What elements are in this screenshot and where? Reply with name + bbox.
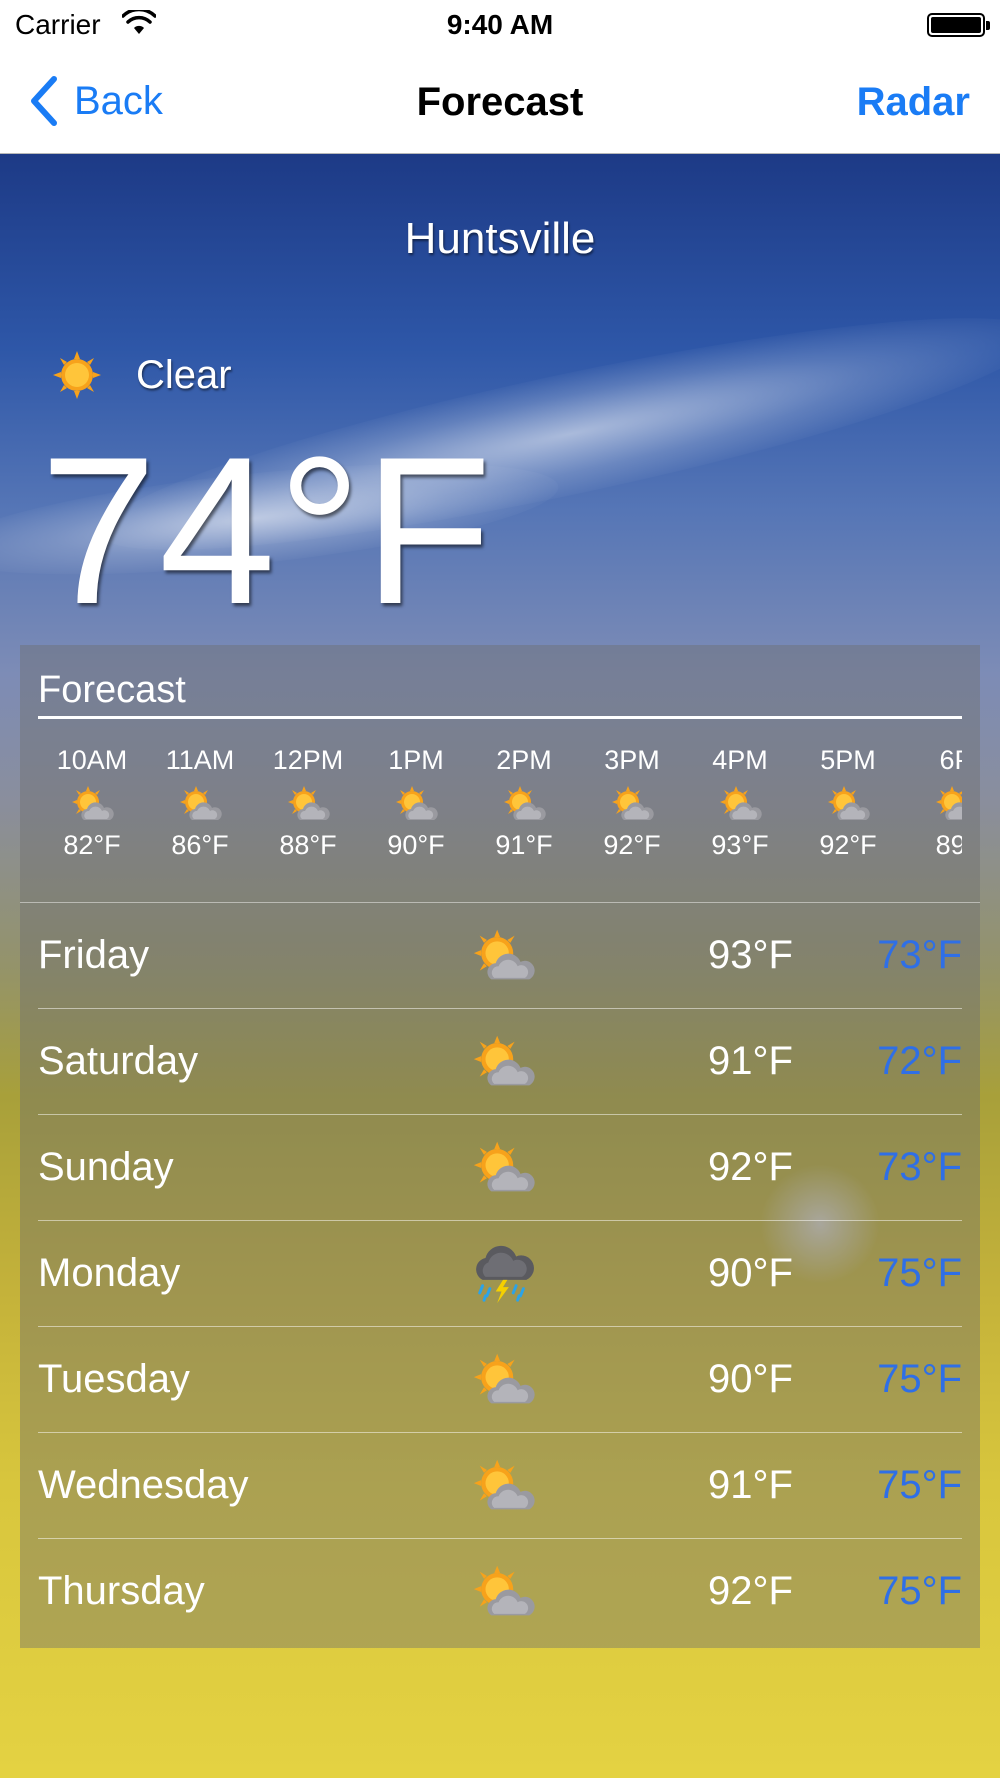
low-temp: 72°F [877,1039,962,1083]
daily-row[interactable]: Thursday 92°F 75°F [38,1539,962,1645]
daily-row[interactable]: Wednesday 91°F 75°F [38,1433,962,1539]
daily-row[interactable]: Tuesday 90°F 75°F [38,1327,962,1433]
hourly-item: 3PM 92°F [578,745,686,861]
low-temp: 75°F [877,1357,962,1401]
sun-icon [53,351,101,399]
daily-row[interactable]: Monday 90°F 75°F [38,1221,962,1327]
hour-time: 11AM [165,745,235,775]
hour-temp: 88°F [279,830,337,860]
hourly-item: 12PM 88°F [254,745,362,861]
hour-temp: 92°F [819,830,877,860]
hour-time: 1PM [388,745,444,775]
hourly-item: 5PM 92°F [794,745,902,861]
hour-temp: 86°F [171,830,229,860]
partly-cloudy-icon [288,786,330,820]
navigation-bar: Back Forecast Radar [0,50,1000,154]
low-temp: 73°F [877,1145,962,1189]
day-name: Saturday [38,1039,199,1083]
partly-cloudy-icon [396,786,438,820]
hourly-item: 11AM 86°F [146,745,254,861]
battery-icon [927,13,990,37]
forecast-panel: Forecast 10AM 82°F 11AM 86°F 12PM 88°F 1… [20,645,980,1648]
daily-row[interactable]: Friday 93°F 73°F [38,903,962,1009]
hourly-item: 10AM 82°F [38,745,146,861]
hour-temp: 90°F [387,830,445,860]
partly-cloudy-icon [720,786,762,820]
partly-cloudy-icon [504,786,546,820]
partly-cloudy-icon [473,1141,535,1192]
partly-cloudy-icon [936,786,962,820]
thunderstorm-icon [476,1245,534,1304]
day-name: Friday [38,933,150,977]
current-condition: Clear [52,350,232,400]
high-temp: 90°F [708,1251,793,1295]
partly-cloudy-icon [828,786,870,820]
partly-cloudy-icon [180,786,222,820]
daily-row[interactable]: Sunday 92°F 73°F [38,1115,962,1221]
partly-cloudy-icon [473,1459,535,1510]
hour-temp: 91°F [495,830,553,860]
hour-time: 6P [939,745,962,775]
hourly-forecast[interactable]: 10AM 82°F 11AM 86°F 12PM 88°F 1PM 90°F 2… [38,745,962,865]
hourly-item: 2PM 91°F [470,745,578,861]
location-name: Huntsville [404,214,596,263]
high-temp: 93°F [708,933,793,977]
hour-temp: 92°F [603,830,661,860]
high-temp: 90°F [708,1357,793,1401]
partly-cloudy-icon [473,929,535,980]
hour-temp: 82°F [63,830,121,860]
partly-cloudy-icon [473,1565,535,1616]
hourly-item: 4PM 93°F [686,745,794,861]
hourly-item: 6P 89° [902,745,962,861]
status-time: 9:40 AM [446,9,554,40]
high-temp: 92°F [708,1145,793,1189]
hour-time: 4PM [712,745,768,775]
low-temp: 75°F [877,1463,962,1507]
partly-cloudy-icon [473,1353,535,1404]
hour-time: 10AM [56,745,128,775]
page-title: Forecast [416,80,584,124]
day-name: Monday [38,1251,181,1295]
hourly-item: 1PM 90°F [362,745,470,861]
hour-temp: 93°F [711,830,769,860]
daily-row[interactable]: Saturday 91°F 72°F [38,1009,962,1115]
low-temp: 75°F [877,1569,962,1613]
day-name: Thursday [38,1569,205,1613]
forecast-panel-title: Forecast [38,669,186,711]
hour-time: 12PM [272,745,344,775]
hour-time: 5PM [820,745,876,775]
radar-button[interactable]: Radar [857,80,970,125]
day-name: Wednesday [38,1463,249,1507]
partly-cloudy-icon [72,786,114,820]
day-name: Tuesday [38,1357,190,1401]
low-temp: 75°F [877,1251,962,1295]
high-temp: 92°F [708,1569,793,1613]
day-name: Sunday [38,1145,174,1189]
status-bar: Carrier 9:40 AM [0,0,1000,50]
partly-cloudy-icon [612,786,654,820]
hour-time: 3PM [604,745,660,775]
current-temperature: 74°F [40,413,494,648]
high-temp: 91°F [708,1463,793,1507]
low-temp: 73°F [877,933,962,977]
divider [38,716,962,719]
condition-label: Clear [136,352,232,397]
daily-forecast-list: Friday 93°F 73°F Saturday 91°F 72°F Sund… [38,903,962,1645]
high-temp: 91°F [708,1039,793,1083]
hour-time: 2PM [496,745,552,775]
hour-temp: 89° [935,830,962,860]
partly-cloudy-icon [473,1035,535,1086]
